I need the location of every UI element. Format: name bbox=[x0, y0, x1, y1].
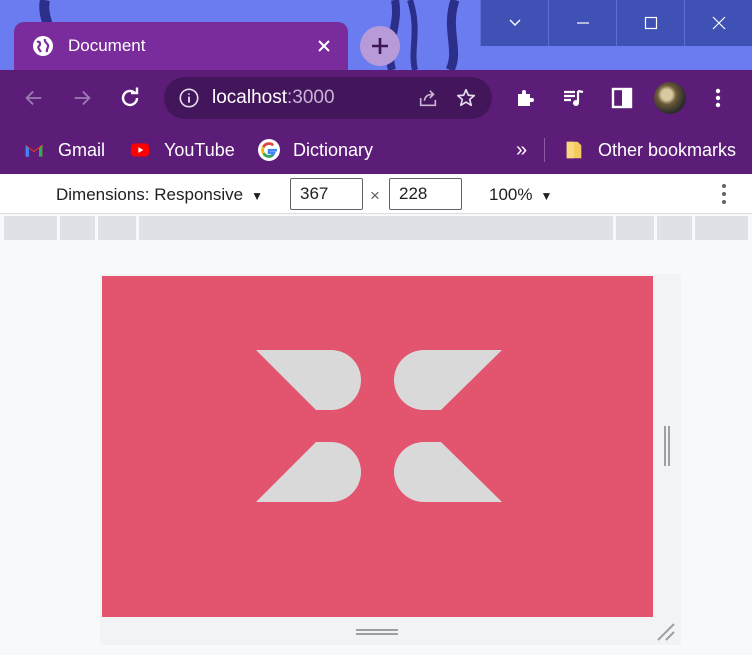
menu-button[interactable] bbox=[704, 84, 732, 112]
browser-toolbar: localhost:3000 bbox=[0, 70, 752, 126]
resize-handle-right[interactable] bbox=[662, 426, 672, 466]
media-query-segment[interactable] bbox=[616, 216, 654, 240]
tab-title: Document bbox=[68, 36, 146, 55]
plus-icon bbox=[372, 38, 388, 54]
bookmark-dictionary[interactable]: Dictionary bbox=[257, 134, 373, 166]
bookmark-label: Dictionary bbox=[293, 139, 374, 160]
share-icon bbox=[419, 90, 437, 107]
zoom-dropdown[interactable]: 100% ▼ bbox=[489, 185, 552, 205]
maximize-button[interactable] bbox=[616, 0, 684, 46]
folder-icon bbox=[562, 138, 586, 162]
media-control-button[interactable] bbox=[559, 84, 587, 112]
media-query-segment[interactable] bbox=[4, 216, 57, 240]
other-bookmarks-folder[interactable]: Other bookmarks bbox=[562, 134, 736, 166]
profile-avatar[interactable] bbox=[654, 82, 686, 114]
info-icon[interactable] bbox=[178, 87, 200, 109]
bookmark-label: YouTube bbox=[164, 139, 235, 160]
chevron-down-icon bbox=[509, 19, 520, 26]
forward-button[interactable] bbox=[64, 80, 100, 116]
device-toolbar: Dimensions: Responsive ▼ 367 × 228 100% ▼ bbox=[0, 174, 752, 214]
device-toolbar-menu-icon[interactable] bbox=[719, 182, 729, 206]
media-query-bar bbox=[4, 216, 748, 240]
gmail-icon bbox=[22, 138, 46, 162]
overflow-chevron-icon: » bbox=[516, 138, 528, 161]
url-text: localhost:3000 bbox=[212, 87, 335, 108]
close-window-button[interactable] bbox=[684, 0, 752, 46]
address-bar[interactable]: localhost:3000 bbox=[164, 77, 492, 119]
google-icon bbox=[257, 138, 281, 162]
media-query-segment[interactable] bbox=[60, 216, 95, 240]
resize-handle-bottom[interactable] bbox=[356, 627, 398, 637]
bookmark-label: Other bookmarks bbox=[598, 139, 737, 160]
bookmark-youtube[interactable]: YouTube bbox=[128, 134, 235, 166]
reload-icon bbox=[121, 87, 139, 107]
butterfly-logo-icon bbox=[256, 350, 502, 502]
puzzle-icon bbox=[518, 90, 534, 106]
times-symbol: × bbox=[370, 186, 380, 205]
media-query-segment[interactable] bbox=[139, 216, 613, 240]
height-input[interactable]: 228 bbox=[389, 178, 462, 210]
bookmarks-bar: Gmail YouTube Dictionary » Other bookmar… bbox=[0, 126, 752, 174]
back-button[interactable] bbox=[16, 80, 52, 116]
dimensions-dropdown[interactable]: Dimensions: Responsive ▼ bbox=[56, 185, 263, 205]
window-controls bbox=[480, 0, 752, 46]
tab-document[interactable]: Document bbox=[14, 22, 348, 70]
zoom-label: 100% bbox=[489, 185, 533, 204]
close-icon bbox=[712, 16, 725, 30]
resize-handle-corner[interactable] bbox=[656, 622, 676, 642]
youtube-icon bbox=[128, 138, 152, 162]
close-icon bbox=[318, 40, 330, 52]
playlist-icon bbox=[564, 89, 584, 106]
globe-icon bbox=[33, 36, 53, 56]
media-query-segment[interactable] bbox=[657, 216, 692, 240]
side-panel-button[interactable] bbox=[608, 84, 636, 112]
bookmark-label: Gmail bbox=[58, 139, 106, 160]
arrow-right-icon bbox=[74, 90, 91, 106]
bookmark-star-button[interactable] bbox=[454, 86, 478, 110]
share-button[interactable] bbox=[416, 86, 440, 110]
arrow-left-icon bbox=[25, 90, 42, 106]
star-icon bbox=[456, 88, 476, 107]
side-panel-icon bbox=[611, 87, 633, 109]
width-input[interactable]: 367 bbox=[290, 178, 363, 210]
kebab-menu-icon bbox=[715, 88, 721, 108]
extensions-button[interactable] bbox=[512, 84, 540, 112]
media-query-segment[interactable] bbox=[98, 216, 136, 240]
maximize-icon bbox=[644, 16, 657, 30]
minimize-button[interactable] bbox=[548, 0, 616, 46]
dimensions-label: Dimensions: Responsive bbox=[56, 185, 244, 204]
caret-down-icon: ▼ bbox=[251, 189, 263, 203]
media-query-segment[interactable] bbox=[695, 216, 748, 240]
reload-button[interactable] bbox=[112, 80, 148, 116]
caret-down-icon: ▼ bbox=[540, 189, 553, 203]
bookmark-gmail[interactable]: Gmail bbox=[22, 134, 105, 166]
bookmarks-divider bbox=[544, 138, 545, 162]
new-tab-button[interactable] bbox=[360, 26, 400, 66]
tab-search-button[interactable] bbox=[480, 0, 548, 46]
minimize-icon bbox=[576, 22, 589, 24]
bookmarks-overflow-button[interactable]: » bbox=[516, 134, 527, 166]
tab-close-button[interactable] bbox=[314, 36, 334, 56]
